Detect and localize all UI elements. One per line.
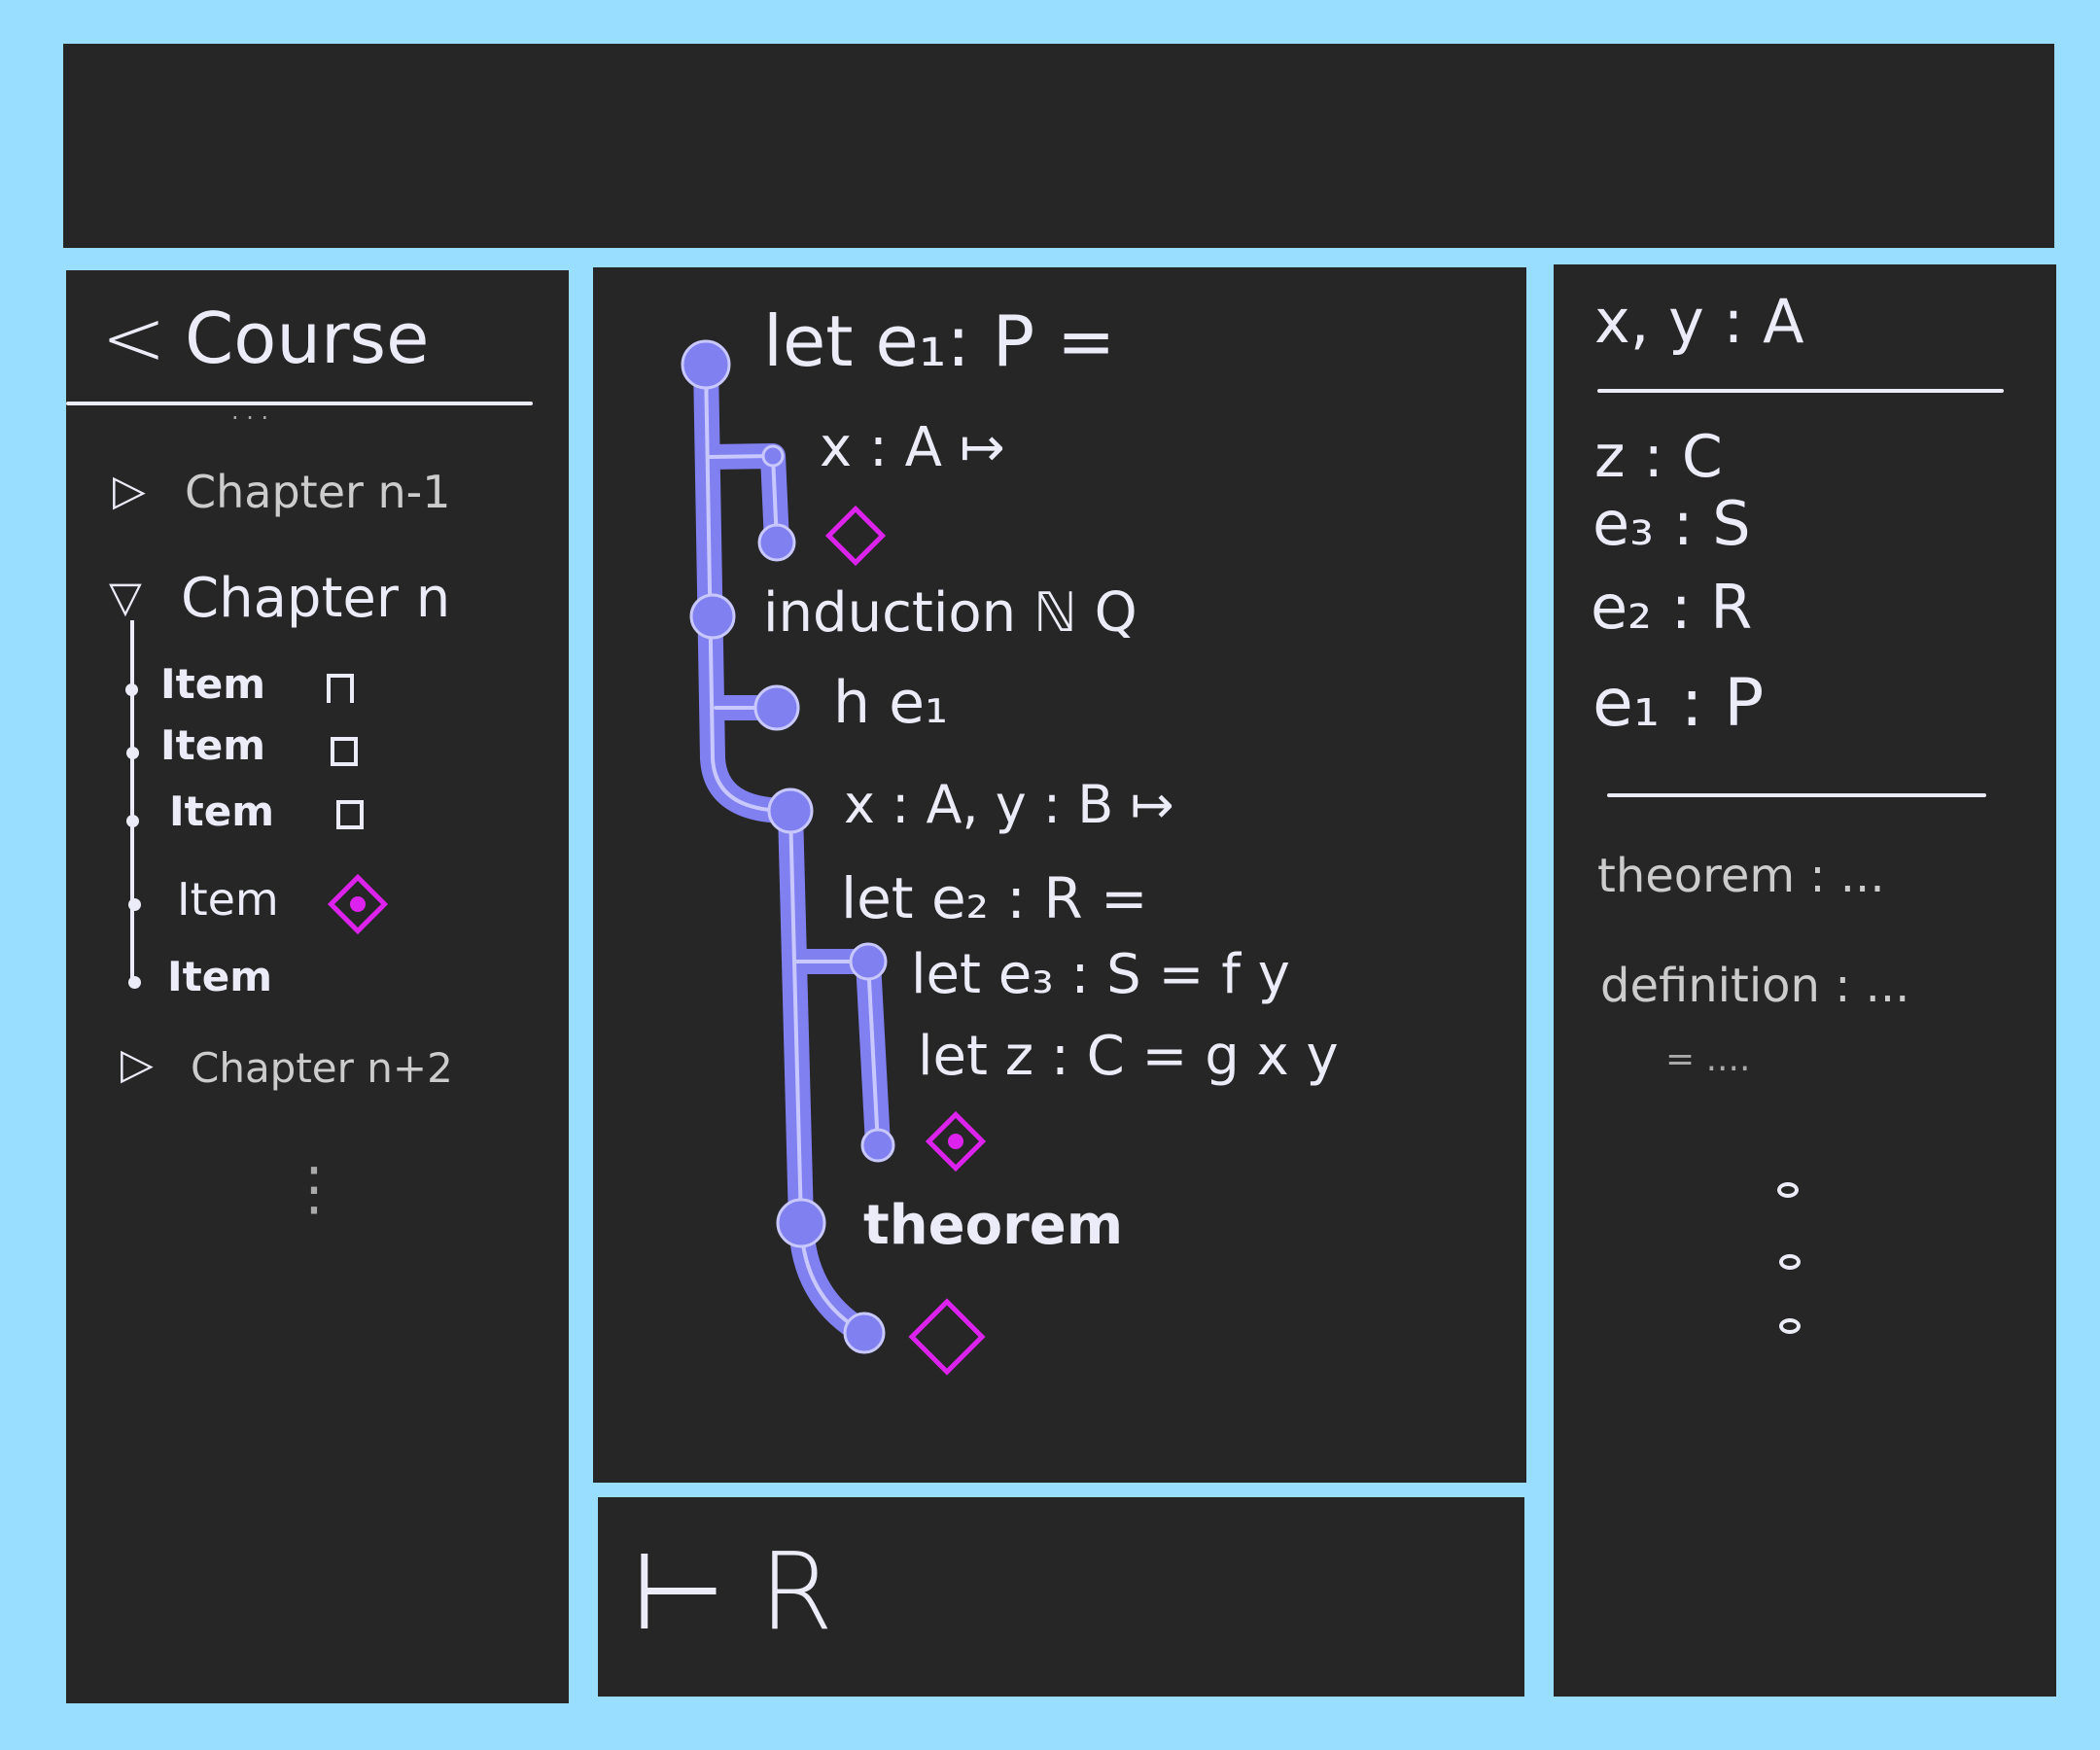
proof-line[interactable]: theorem — [863, 1199, 1123, 1253]
tree-node — [126, 747, 139, 759]
tree-node — [767, 788, 814, 834]
empty-square-icon — [331, 737, 358, 766]
collapsed-triangle-icon: ▷ — [113, 466, 146, 515]
goal-bar: ⊢ R — [598, 1497, 1524, 1697]
proof-line[interactable]: x : A, y : B ↦ — [844, 779, 1174, 831]
hypothesis[interactable]: z : C — [1594, 428, 1723, 486]
top-toolbar — [63, 44, 2054, 248]
empty-square-icon — [336, 800, 364, 829]
tree-node — [128, 976, 141, 989]
lemma[interactable]: theorem : ... — [1597, 853, 1885, 899]
item-tree-line — [130, 620, 134, 982]
tree-node — [681, 339, 731, 390]
course-sidebar: < Course · · · ▷ Chapter n-1 ▽ Chapter n… — [66, 270, 569, 1703]
lemma-body: = .... — [1665, 1039, 1751, 1079]
chapter-label: Chapter n — [181, 567, 451, 630]
context-panel: x, y : A z : C e₃ : S e₂ : R e₁ : P theo… — [1554, 264, 2056, 1697]
tree-node — [761, 444, 785, 468]
context-divider — [1607, 793, 1986, 797]
back-chevron-icon[interactable]: < — [101, 299, 166, 377]
partial-square-icon — [327, 674, 354, 703]
course-title[interactable]: Course — [185, 303, 429, 373]
tree-node — [753, 684, 800, 731]
lemma[interactable]: definition : ... — [1600, 962, 1909, 1009]
hypothesis[interactable]: e₁ : P — [1592, 671, 1764, 737]
more-above: · · · — [231, 404, 269, 432]
proof-line[interactable]: induction ℕ Q — [763, 586, 1138, 641]
collapsed-triangle-icon: ▷ — [121, 1039, 154, 1089]
item-label: Item — [169, 788, 274, 835]
hypothesis[interactable]: e₂ : R — [1591, 578, 1752, 638]
tree-node — [843, 1312, 886, 1354]
proof-line[interactable]: let e₂ : R = — [841, 870, 1148, 927]
proof-line[interactable]: x : A ↦ — [820, 421, 1005, 475]
tree-node — [689, 593, 736, 640]
tree-node — [128, 898, 141, 911]
tree-node — [125, 683, 138, 696]
hypothesis[interactable]: e₃ : S — [1592, 494, 1751, 554]
chapter-label: Chapter n+2 — [191, 1044, 453, 1092]
item-label: Item — [177, 873, 279, 926]
proof-line[interactable]: let e₃ : S = f y — [911, 948, 1290, 1002]
context-header: x, y : A — [1594, 286, 1804, 357]
tree-node — [757, 523, 796, 562]
expanded-triangle-icon: ▽ — [109, 573, 142, 622]
item-label: Item — [167, 953, 272, 1000]
tree-node — [126, 815, 139, 827]
goal-text: ⊢ R — [632, 1529, 834, 1654]
chapter-label: Chapter n-1 — [185, 466, 451, 518]
tree-node — [860, 1128, 895, 1163]
more-dot-icon — [1779, 1254, 1801, 1270]
item-label: Item — [160, 660, 265, 708]
context-divider — [1597, 389, 2004, 393]
title-divider — [66, 402, 533, 405]
item-label: Item — [160, 721, 265, 769]
goal-diamond-icon — [327, 873, 389, 935]
proof-line[interactable]: h e₁ — [833, 674, 948, 732]
more-below: ⋮ — [285, 1155, 343, 1223]
proof-line[interactable]: let z : C = g x y — [918, 1030, 1339, 1084]
proof-editor[interactable]: let e₁: P = x : A ↦ induction ℕ Q h e₁ x… — [593, 267, 1526, 1483]
proof-line[interactable]: let e₁: P = — [763, 306, 1115, 376]
tree-node — [776, 1198, 826, 1248]
more-dot-icon — [1779, 1318, 1801, 1334]
more-dot-icon — [1777, 1182, 1799, 1198]
tree-node — [849, 942, 888, 981]
